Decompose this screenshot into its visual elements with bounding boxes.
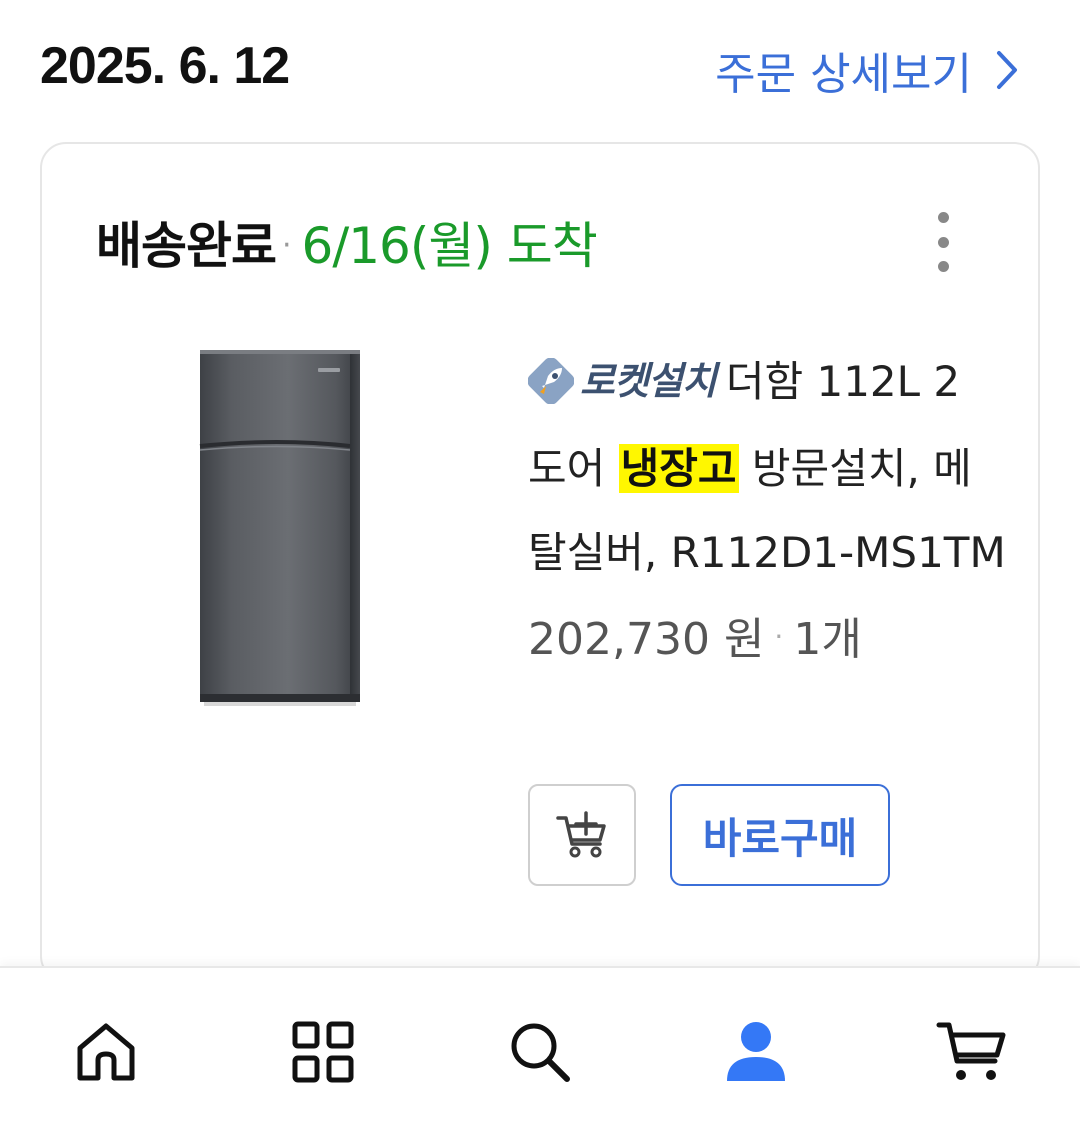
delivery-status-row: 배송완료 · 6/16(월) 도착	[96, 206, 598, 278]
add-to-cart-button[interactable]	[528, 784, 636, 886]
delivery-status: 배송완료	[96, 217, 277, 275]
nav-my-page[interactable]	[716, 1012, 796, 1092]
nav-search[interactable]	[500, 1012, 580, 1092]
bottom-nav	[0, 966, 1080, 1134]
order-date: 2025. 6. 12	[40, 37, 290, 95]
more-options-button[interactable]	[928, 212, 958, 272]
product-price: 202,730 원	[528, 613, 765, 665]
search-keyword-highlight: 냉장고	[618, 443, 739, 493]
nav-cart[interactable]	[932, 1012, 1012, 1092]
nav-home[interactable]	[66, 1012, 146, 1092]
refrigerator-image	[199, 350, 360, 706]
price-row: 202,730 원 · 1개	[528, 603, 1008, 667]
product-image[interactable]	[178, 330, 398, 720]
home-icon	[77, 1023, 135, 1081]
more-dot-icon	[937, 261, 949, 272]
cart-icon	[936, 1022, 1006, 1080]
order-detail-label: 주문 상세보기	[715, 49, 972, 100]
rocket-badge-label: 로켓설치	[580, 358, 717, 403]
rocket-install-badge: 로켓설치	[528, 339, 717, 423]
chevron-right-icon	[997, 51, 1017, 89]
order-header: 2025. 6. 12 주문 상세보기	[0, 0, 1080, 130]
buy-now-button[interactable]: 바로구매	[670, 784, 890, 886]
order-card: 배송완료 · 6/16(월) 도착 로켓설치 더함 112L 2 도어 냉장고 …	[40, 142, 1040, 982]
person-icon	[727, 1022, 785, 1081]
arrival-date: 6/16(월) 도착	[301, 217, 598, 275]
status-separator: ·	[282, 228, 292, 263]
nav-categories[interactable]	[283, 1012, 363, 1092]
rocket-icon	[528, 357, 574, 404]
product-title[interactable]: 로켓설치 더함 112L 2 도어 냉장고 방문설치, 메탈실버, R112D1…	[528, 340, 1008, 595]
grid-icon	[292, 1021, 354, 1083]
product-info: 로켓설치 더함 112L 2 도어 냉장고 방문설치, 메탈실버, R112D1…	[528, 340, 1008, 667]
search-icon	[511, 1023, 570, 1082]
more-dot-icon	[937, 236, 949, 248]
action-row: 바로구매	[528, 784, 890, 886]
price-separator: ·	[774, 619, 784, 653]
product-quantity: 1개	[793, 613, 862, 665]
cart-add-icon	[556, 811, 606, 858]
more-dot-icon	[937, 212, 949, 223]
order-detail-link[interactable]: 주문 상세보기	[715, 38, 1018, 102]
